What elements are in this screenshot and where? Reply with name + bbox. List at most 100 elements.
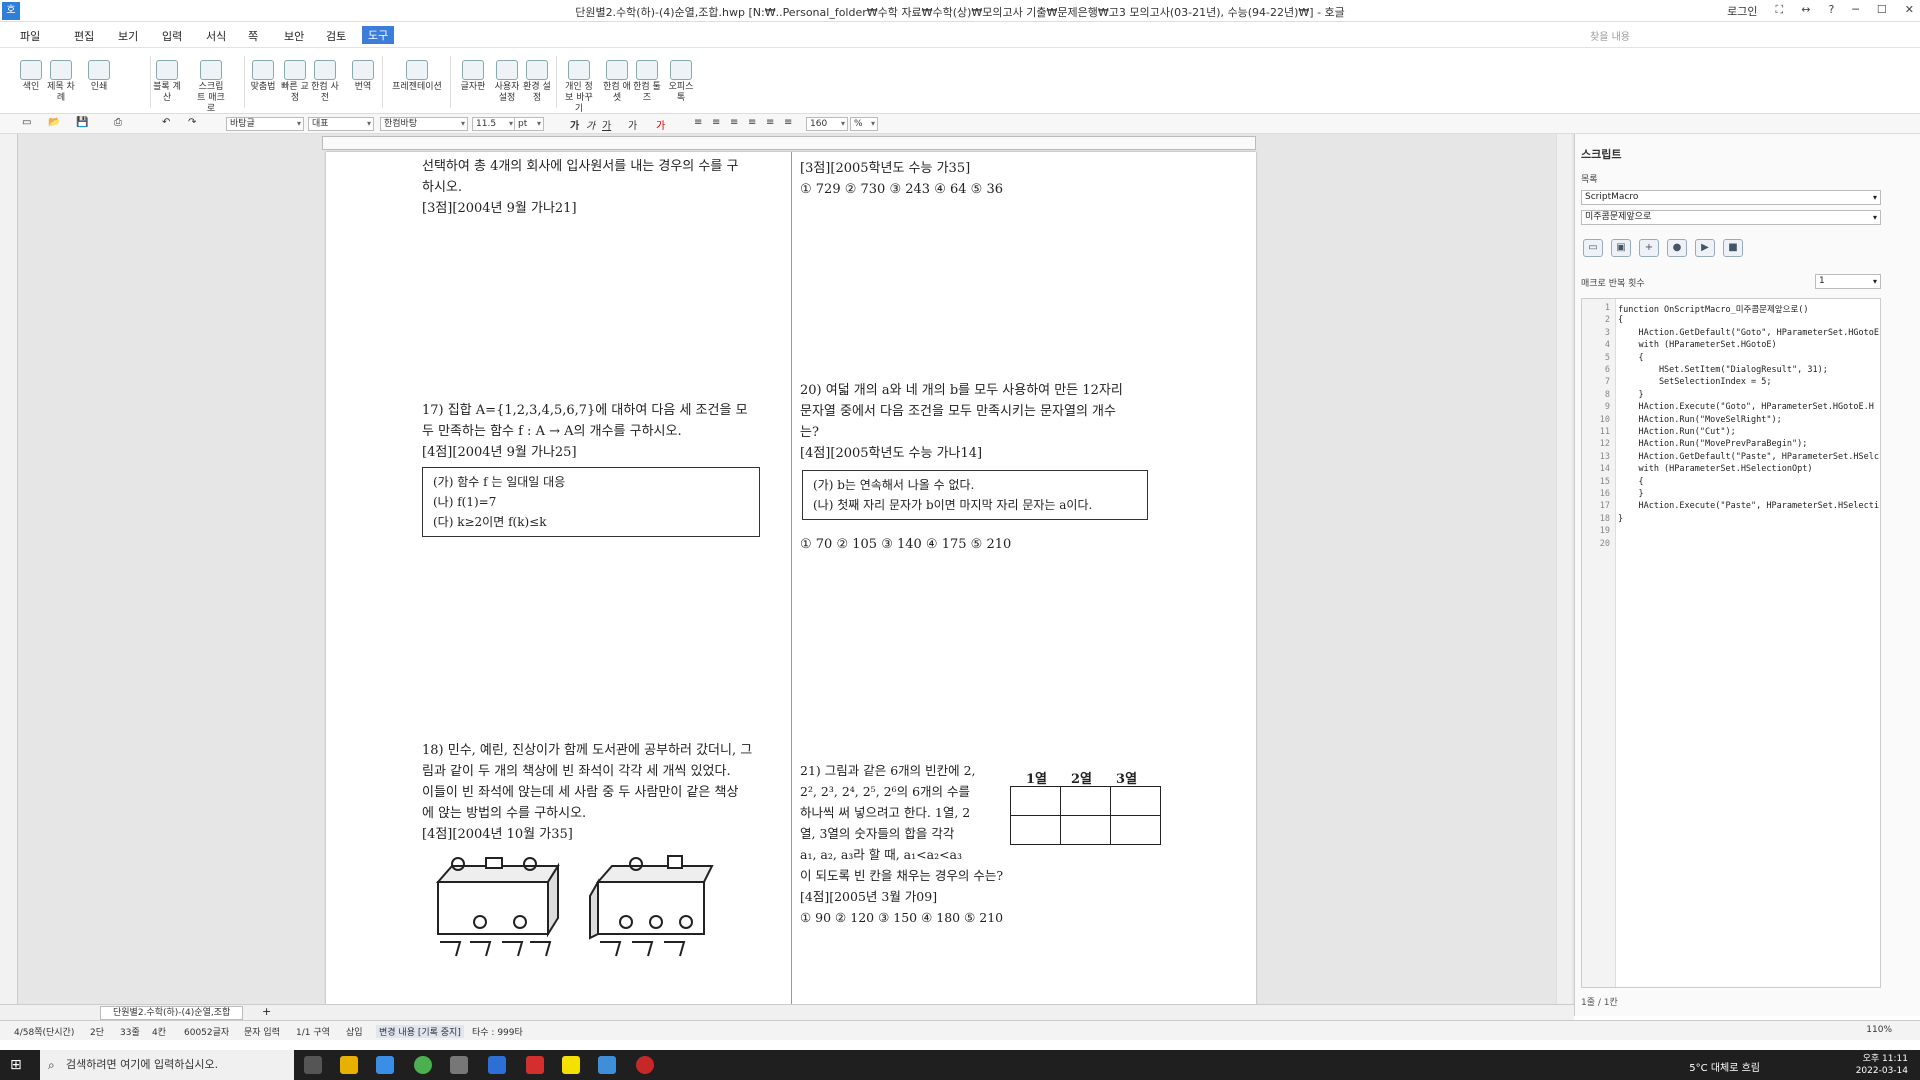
help-search-input[interactable]: 찾을 내용 [1590, 28, 1630, 43]
justify-icon[interactable]: ≡ [748, 117, 756, 128]
code-line[interactable]: 10 HAction.Run("MoveSelRight"); [1582, 415, 1880, 427]
font-select[interactable]: 한컴바탕 [380, 117, 468, 131]
chrome-icon[interactable] [414, 1056, 432, 1074]
unit-select[interactable]: pt [514, 117, 544, 131]
code-line[interactable]: 1 function OnScriptMacro_미주콤문제앞으로() [1582, 303, 1880, 315]
style-select[interactable]: 바탕글 [226, 117, 304, 131]
add-tab-button[interactable]: + [262, 1005, 271, 1018]
menu-review[interactable]: 검토 [326, 28, 346, 44]
code-line[interactable]: 20 [1582, 539, 1880, 551]
record-macro-icon[interactable]: ● [1667, 239, 1687, 257]
app-icon-2[interactable] [488, 1056, 506, 1074]
language-select[interactable]: 대표 [308, 117, 374, 131]
quick-correct-button[interactable]: 빠른 교정 [280, 60, 310, 104]
italic-icon[interactable]: 가 [586, 117, 595, 132]
app-icon-1[interactable] [450, 1056, 468, 1074]
vertical-scrollbar[interactable] [1556, 134, 1572, 1004]
code-line[interactable]: 6 HSet.SetItem("DialogResult", 31); [1582, 365, 1880, 377]
font-color-icon[interactable]: 가 [656, 117, 665, 132]
minimize-button[interactable]: ─ [1852, 3, 1859, 19]
stop-macro-icon[interactable]: ■ [1723, 239, 1743, 257]
code-line[interactable]: 9 HAction.Execute("Goto", HParameterSet.… [1582, 402, 1880, 414]
code-line[interactable]: 16 } [1582, 489, 1880, 501]
save-icon[interactable]: 💾 [76, 117, 88, 128]
line-spacing-icon[interactable]: ≡ [784, 117, 792, 128]
privacy-button[interactable]: 개인 정보 바꾸기 [564, 60, 594, 115]
add-macro-icon[interactable]: + [1639, 239, 1659, 257]
code-line[interactable]: 11 HAction.Run("Cut"); [1582, 427, 1880, 439]
code-line[interactable]: 4 with (HParameterSet.HGotoE) [1582, 340, 1880, 352]
status-zoom[interactable]: 110% [1866, 1025, 1892, 1035]
status-page[interactable]: 4/58쪽(단시간) [14, 1025, 74, 1038]
block-calc-button[interactable]: 블록 계산 [152, 60, 182, 104]
toc-button[interactable]: 제목 차례 [46, 60, 76, 104]
code-line[interactable]: 7 SetSelectionIndex = 5; [1582, 377, 1880, 389]
repeat-count-input[interactable]: 1 [1815, 274, 1881, 289]
menu-format[interactable]: 서식 [206, 28, 226, 44]
presentation-button[interactable]: 프레젠테이션 [392, 60, 442, 93]
recorder-icon[interactable] [636, 1056, 654, 1074]
keyboard-button[interactable]: 글자판 [458, 60, 488, 93]
open-folder-icon[interactable]: ▭ [1583, 239, 1603, 257]
code-line[interactable]: 15 { [1582, 477, 1880, 489]
zoom-unit[interactable]: % [850, 117, 878, 131]
menu-insert[interactable]: 입력 [162, 28, 182, 44]
undo-icon[interactable]: ↶ [162, 117, 170, 128]
index-button[interactable]: 색인 [16, 60, 46, 93]
restore-ribbon-icon[interactable]: ↔ [1801, 3, 1810, 19]
translate-button[interactable]: 번역 [348, 60, 378, 93]
menu-tools[interactable]: 도구 [362, 26, 395, 44]
run-macro-icon[interactable]: ▶ [1695, 239, 1715, 257]
dictionary-button[interactable]: 한컴 사전 [310, 60, 340, 104]
distribute-icon[interactable]: ≡ [766, 117, 774, 128]
maximize-button[interactable]: ☐ [1877, 3, 1887, 19]
script-code-editor[interactable]: 1 function OnScriptMacro_미주콤문제앞으로() 2{3 HA… [1581, 298, 1881, 988]
new-doc-icon[interactable]: ▭ [22, 117, 31, 128]
fullscreen-icon[interactable]: ⛶ [1776, 3, 1784, 19]
menu-edit[interactable]: 편집 [74, 28, 94, 44]
code-line[interactable]: 2{ [1582, 315, 1880, 327]
bold-icon[interactable]: 가 [570, 117, 579, 132]
menu-security[interactable]: 보안 [284, 28, 304, 44]
code-line[interactable]: 8 } [1582, 390, 1880, 402]
menu-file[interactable]: 파일 [20, 28, 40, 44]
office-talk-button[interactable]: 오피스 톡 [666, 60, 696, 104]
align-center-icon[interactable]: ≡ [712, 117, 720, 128]
script-macro-button[interactable]: 스크립트 매크로 [196, 60, 226, 115]
save-script-icon[interactable]: ▣ [1611, 239, 1631, 257]
document-tab[interactable]: 단원별2.수학(하)-(4)순열,조합 [100, 1006, 244, 1020]
kakaotalk-icon[interactable] [562, 1056, 580, 1074]
open-icon[interactable]: 📂 [48, 117, 60, 128]
task-view-icon[interactable] [304, 1056, 322, 1074]
horizontal-ruler[interactable] [322, 136, 1256, 150]
hancom-tools-button[interactable]: 한컴 툴즈 [632, 60, 662, 104]
code-line[interactable]: 17 HAction.Execute("Paste", HParameterSe… [1582, 501, 1880, 513]
align-left-icon[interactable]: ≡ [694, 117, 702, 128]
font-size-select[interactable]: 11.5 [472, 117, 516, 131]
menu-page[interactable]: 쪽 [248, 28, 258, 44]
preferences-button[interactable]: 환경 설정 [522, 60, 552, 104]
windows-start-icon[interactable]: ⊞ [10, 1057, 22, 1073]
code-line[interactable]: 19 [1582, 526, 1880, 538]
close-button[interactable]: ✕ [1905, 3, 1914, 19]
code-line[interactable]: 14 with (HParameterSet.HSelectionOpt) [1582, 464, 1880, 476]
status-track-changes[interactable]: 변경 내용 [기록 중지] [376, 1025, 464, 1038]
help-icon[interactable]: ? [1828, 3, 1834, 19]
document-page[interactable]: 선택하여 총 4개의 회사에 입사원서를 내는 경우의 수를 구 하시오. [3… [326, 152, 1256, 1012]
code-line[interactable]: 3 HAction.GetDefault("Goto", HParameterS… [1582, 328, 1880, 340]
macro-select[interactable]: 미주콤문제앞으로 [1581, 210, 1881, 225]
script-list-select[interactable]: ScriptMacro [1581, 190, 1881, 205]
menu-view[interactable]: 보기 [118, 28, 138, 44]
code-line[interactable]: 18} [1582, 514, 1880, 526]
taskbar-search-input[interactable]: ⌕ 검색하려면 여기에 입력하십시오. [40, 1050, 294, 1080]
align-right-icon[interactable]: ≡ [730, 117, 738, 128]
print-button[interactable]: 인쇄 [84, 60, 114, 93]
code-line[interactable]: 13 HAction.GetDefault("Paste", HParamete… [1582, 452, 1880, 464]
status-insert[interactable]: 삽입 [346, 1025, 363, 1038]
login-button[interactable]: 로그인 [1727, 3, 1757, 19]
user-settings-button[interactable]: 사용자 설정 [492, 60, 522, 104]
app-icon-3[interactable] [526, 1056, 544, 1074]
hwp-app-icon[interactable] [598, 1056, 616, 1074]
code-line[interactable]: 12 HAction.Run("MovePrevParaBegin"); [1582, 439, 1880, 451]
underline-icon[interactable]: 가 [602, 117, 611, 132]
